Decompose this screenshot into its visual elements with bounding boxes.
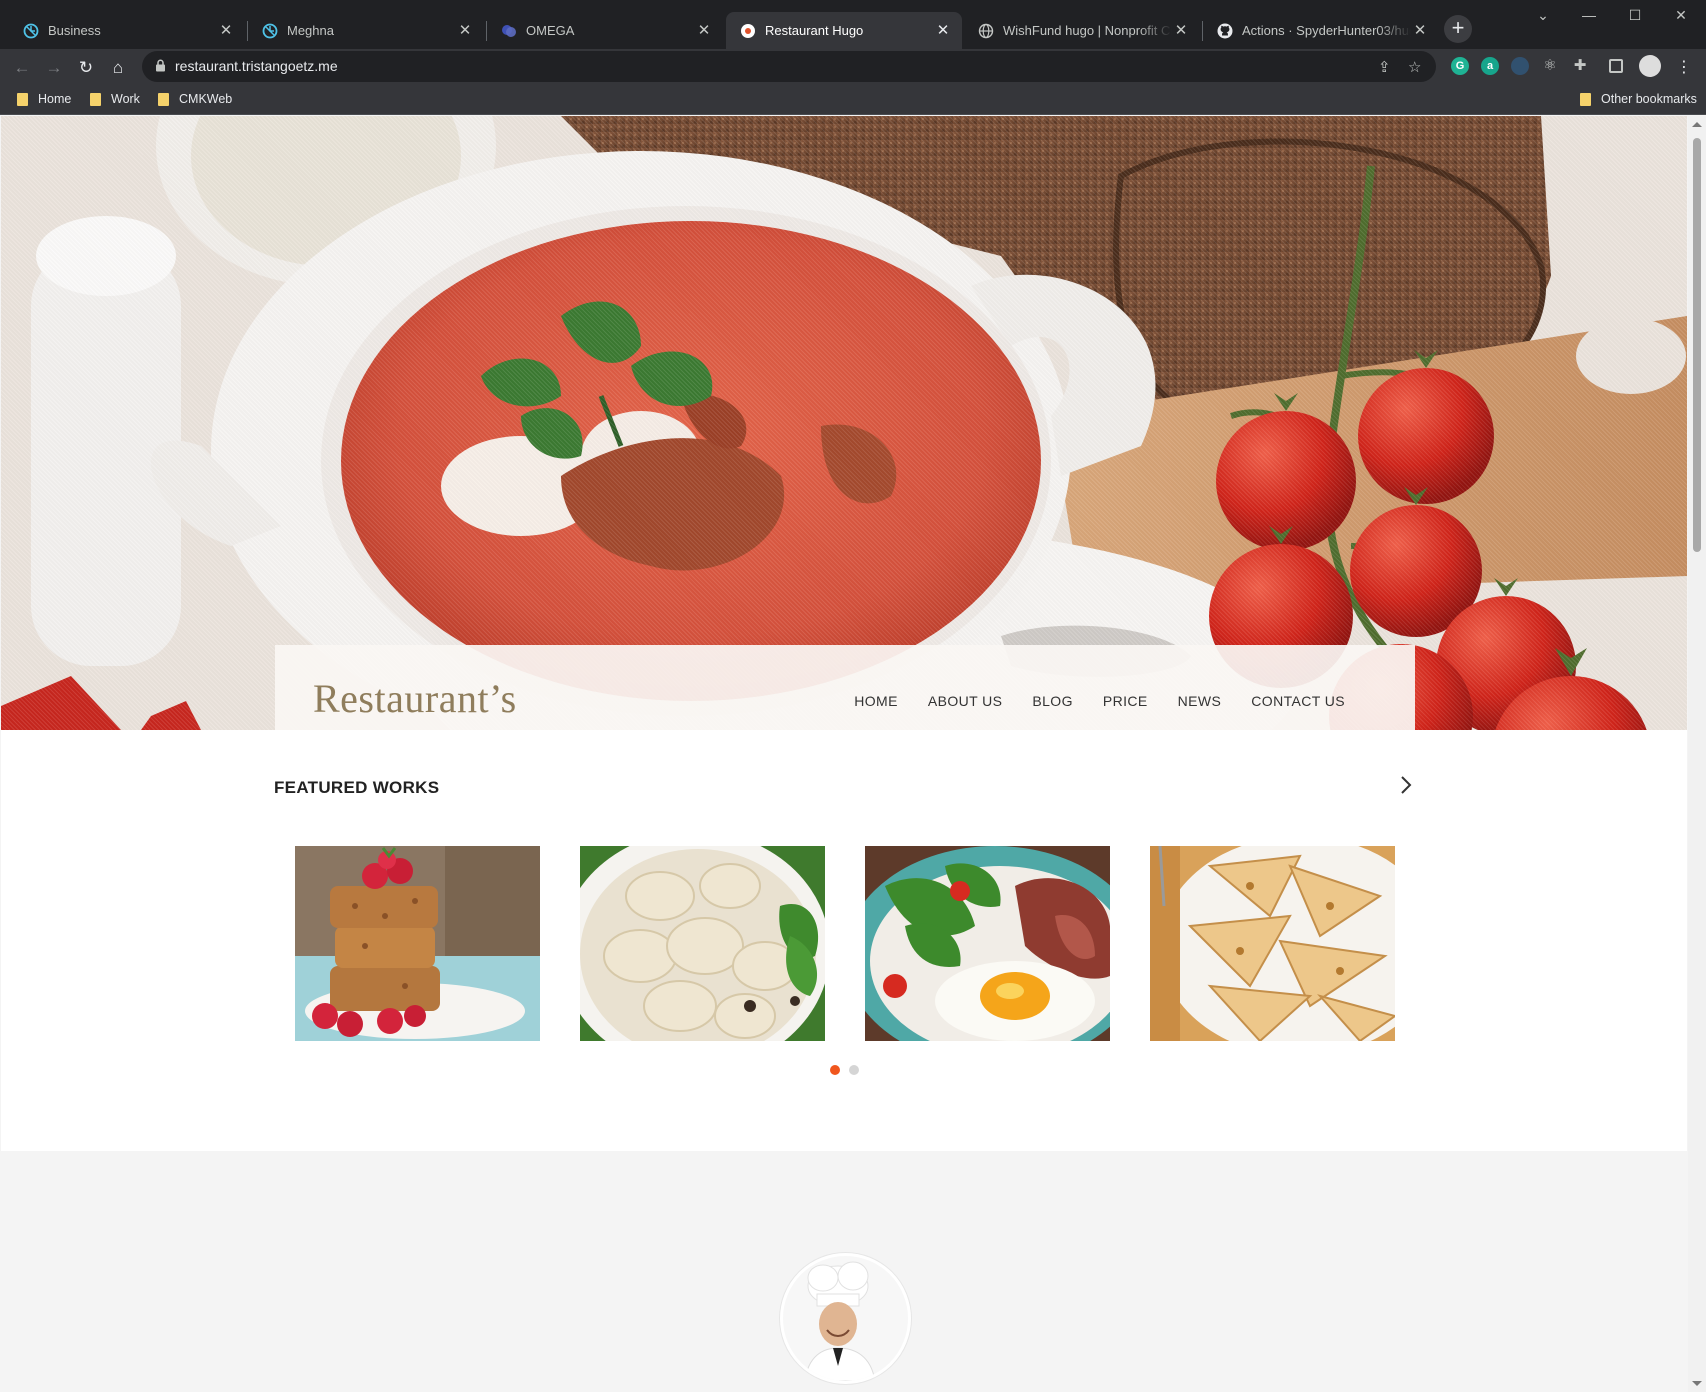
nav-news[interactable]: NEWS (1178, 693, 1222, 709)
hero-banner: Restaurant’s HOME ABOUT US BLOG PRICE NE… (1, 116, 1687, 730)
tab-title: OMEGA (526, 23, 575, 38)
bookmarks-bar: Home Work CMKWeb Other bookmarks (0, 86, 1706, 115)
bookmark-label: CMKWeb (179, 92, 233, 106)
page-scrollbar[interactable] (1688, 116, 1706, 1392)
close-tab-icon[interactable]: ✕ (695, 22, 713, 40)
tab-restaurant-hugo[interactable]: Restaurant Hugo ✕ (726, 12, 962, 49)
restaurant-favicon-icon (740, 23, 756, 39)
nav-contact-us[interactable]: CONTACT US (1251, 693, 1345, 709)
github-icon (1217, 23, 1233, 39)
address-bar[interactable]: restaurant.tristangoetz.me ⇪ ☆ (142, 51, 1436, 82)
share-icon[interactable]: ⇪ (1378, 58, 1391, 76)
featured-works-section: FEATURED WORKS (1, 730, 1687, 1151)
other-bookmarks-label: Other bookmarks (1601, 92, 1697, 106)
tab-title: Actions · SpyderHunter03/hugo- (1242, 23, 1411, 38)
nav-about-us[interactable]: ABOUT US (928, 693, 1003, 709)
omega-logo-icon (501, 23, 517, 39)
close-tab-icon[interactable]: ✕ (456, 22, 474, 40)
close-tab-icon[interactable]: ✕ (1172, 22, 1190, 40)
nav-home[interactable]: HOME (854, 693, 898, 709)
globe-icon (978, 23, 994, 39)
nav-price[interactable]: PRICE (1103, 693, 1148, 709)
folder-icon (17, 92, 28, 106)
dumplings-image[interactable] (580, 846, 825, 1041)
folder-icon (158, 92, 169, 106)
chef-avatar (780, 1253, 911, 1384)
bookmark-star-icon[interactable]: ☆ (1408, 58, 1421, 76)
hero-texture-overlay (1, 116, 1687, 730)
extension-blue-icon[interactable] (1511, 57, 1529, 75)
close-tab-icon[interactable]: ✕ (934, 22, 952, 40)
bookmark-home[interactable]: Home (17, 92, 71, 106)
extension-a-icon[interactable]: a (1481, 57, 1499, 75)
bookmark-work[interactable]: Work (90, 92, 140, 106)
side-panel-icon[interactable] (1609, 59, 1623, 73)
url-text: restaurant.tristangoetz.me (175, 58, 338, 74)
new-tab-button[interactable]: + (1444, 15, 1472, 43)
scroll-up-arrow-icon[interactable] (1692, 122, 1702, 127)
tab-title: WishFund hugo | Nonprofit Char (1003, 23, 1172, 38)
bookmark-label: Work (111, 92, 140, 106)
nav-blog[interactable]: BLOG (1032, 693, 1073, 709)
scrollbar-thumb[interactable] (1693, 138, 1701, 552)
tab-search-icon[interactable]: ⌄ (1520, 0, 1566, 30)
back-arrow-icon[interactable]: ← (8, 54, 36, 82)
tab-wishfund[interactable]: WishFund hugo | Nonprofit Char ✕ (964, 12, 1200, 49)
tab-business[interactable]: Business ✕ (9, 12, 245, 49)
carousel-pager (830, 1065, 859, 1075)
close-window-button[interactable]: ✕ (1658, 0, 1704, 30)
chevron-right-icon[interactable] (1395, 774, 1417, 796)
maximize-button[interactable]: ☐ (1612, 0, 1658, 30)
tab-meghna[interactable]: Meghna ✕ (248, 12, 484, 49)
tab-title: Restaurant Hugo (765, 23, 864, 38)
page-viewport: Restaurant’s HOME ABOUT US BLOG PRICE NE… (1, 116, 1687, 1392)
site-navbar: Restaurant’s HOME ABOUT US BLOG PRICE NE… (275, 645, 1415, 730)
puzzle-extensions-icon[interactable]: ✚ (1571, 57, 1589, 75)
crepes-image[interactable] (1150, 846, 1395, 1041)
browser-toolbar: ← → ↻ ⌂ restaurant.tristangoetz.me ⇪ ☆ G… (0, 49, 1706, 86)
close-tab-icon[interactable]: ✕ (1411, 22, 1429, 40)
other-bookmarks[interactable]: Other bookmarks (1580, 92, 1697, 106)
pager-dot-2[interactable] (849, 1065, 859, 1075)
steak-egg-salad-image[interactable] (865, 846, 1110, 1041)
tab-title: Business (48, 23, 101, 38)
reload-icon[interactable]: ↻ (72, 54, 100, 82)
lock-icon (155, 59, 166, 77)
featured-works-title: FEATURED WORKS (274, 778, 440, 797)
berry-baklava-image[interactable] (295, 846, 540, 1041)
minimize-button[interactable]: — (1566, 0, 1612, 30)
profile-avatar-icon[interactable] (1639, 55, 1661, 77)
folder-icon (90, 92, 101, 106)
bookmark-label: Home (38, 92, 72, 106)
circle-logo-icon (23, 23, 39, 39)
main-menu: HOME ABOUT US BLOG PRICE NEWS CONTACT US (824, 693, 1345, 709)
home-icon[interactable]: ⌂ (104, 54, 132, 82)
browser-chrome: Business ✕ Meghna ✕ OMEGA ✕ Restaurant H… (0, 0, 1706, 115)
pager-dot-1[interactable] (830, 1065, 840, 1075)
react-devtools-icon[interactable]: ⚛ (1541, 57, 1559, 75)
site-logo[interactable]: Restaurant’s (313, 675, 517, 722)
forward-arrow-icon[interactable]: → (40, 54, 68, 82)
tab-strip: Business ✕ Meghna ✕ OMEGA ✕ Restaurant H… (0, 0, 1706, 49)
tab-title: Meghna (287, 23, 334, 38)
tab-github-actions[interactable]: Actions · SpyderHunter03/hugo- ✕ (1203, 12, 1439, 49)
grammarly-extension-icon[interactable]: G (1451, 57, 1469, 75)
bookmark-cmkweb[interactable]: CMKWeb (158, 92, 232, 106)
chef-section (1, 1151, 1687, 1392)
menu-kebab-icon[interactable]: ⋮ (1670, 54, 1698, 82)
scroll-down-arrow-icon[interactable] (1692, 1381, 1702, 1386)
tab-omega[interactable]: OMEGA ✕ (487, 12, 723, 49)
circle-logo-icon (262, 23, 278, 39)
folder-icon (1580, 92, 1591, 106)
close-tab-icon[interactable]: ✕ (217, 22, 235, 40)
